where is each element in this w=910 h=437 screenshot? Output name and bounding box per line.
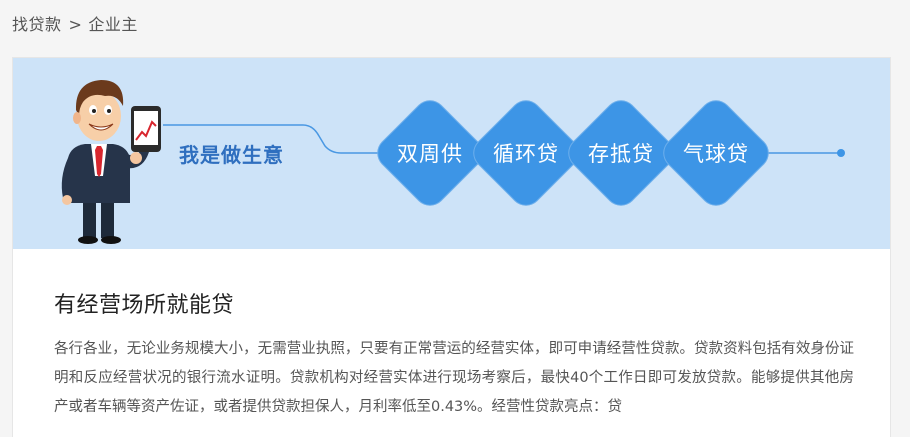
- breadcrumb-root-link[interactable]: 找贷款: [12, 15, 62, 34]
- section-title: 有经营场所就能贷: [54, 293, 235, 318]
- businessman-icon: [61, 80, 161, 244]
- banner: 我是做生意 双周供 循环贷 存抵贷 气球贷: [13, 58, 890, 249]
- product-label: 双周供: [397, 142, 463, 166]
- product-balloon-loan[interactable]: 气球贷: [656, 93, 776, 213]
- product-label: 气球贷: [683, 142, 749, 166]
- connector-end-dot: [837, 149, 845, 157]
- breadcrumb-separator: >: [68, 15, 83, 34]
- section-description: 各行各业，无论业务规模大小，无需营业执照，只要有正常营运的经营实体，即可申请经营…: [54, 341, 854, 415]
- breadcrumb: 找贷款 > 企业主: [12, 11, 138, 35]
- content-card: 我是做生意 双周供 循环贷 存抵贷 气球贷 有经营场所就能贷 各行各业，无论业务…: [12, 57, 891, 437]
- breadcrumb-current: 企业主: [88, 15, 138, 34]
- product-label: 循环贷: [493, 142, 559, 166]
- product-label: 存抵贷: [588, 142, 654, 166]
- banner-slogan: 我是做生意: [179, 143, 284, 167]
